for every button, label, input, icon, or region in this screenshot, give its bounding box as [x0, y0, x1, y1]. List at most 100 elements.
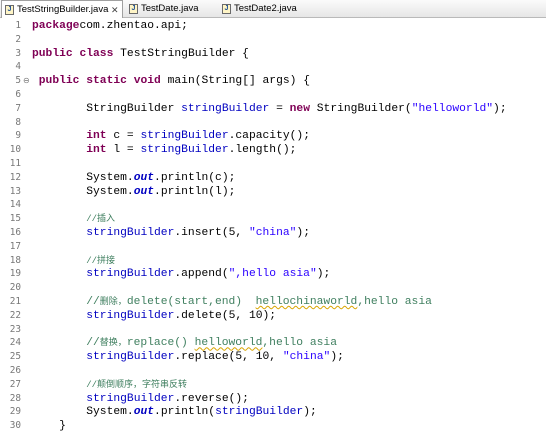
code-line[interactable]: 5 ⊖ public static void main(String[] args… — [0, 75, 546, 87]
code-token: ",hello asia" — [228, 268, 317, 281]
code-token: out — [133, 171, 155, 184]
code-line[interactable]: 4 — [0, 61, 546, 73]
tab-teststringbuilder[interactable]: J TestStringBuilder.java ✕ — [1, 0, 123, 19]
code-line[interactable]: 18 //拼接 — [0, 255, 546, 267]
tab-label: TestDate.java — [141, 3, 199, 14]
code-token: StringBuilder — [32, 102, 182, 115]
code-text: stringBuilder.insert(5, "china"); — [32, 227, 310, 239]
line-number: 29 — [9, 406, 21, 418]
code-line[interactable]: 27 //颠倒顺序，字符串反转 — [0, 379, 546, 391]
line-number: 4 — [15, 61, 21, 73]
line-number: 28 — [9, 392, 21, 404]
code-text: //插入 — [32, 213, 115, 225]
code-token: "china" — [248, 227, 297, 239]
code-token: .println(c); — [154, 171, 236, 184]
code-text: System.out.println(stringBuilder); — [32, 406, 317, 418]
code-token: .reverse(); — [174, 392, 249, 405]
code-token: .length(); — [228, 144, 297, 157]
code-line[interactable]: 24 //替换，replace() helloworld,hello asia — [0, 337, 546, 349]
code-token: System. — [32, 171, 134, 184]
code-token: .println(l); — [154, 185, 236, 198]
code-token: 删除， — [99, 297, 127, 307]
code-line[interactable]: 10 int l = stringBuilder.length(); — [0, 144, 546, 156]
code-token: main(String[] args) { — [160, 75, 310, 88]
code-line[interactable]: 23 — [0, 324, 546, 336]
line-number: 13 — [9, 185, 21, 197]
java-file-icon: J — [5, 5, 14, 15]
code-line[interactable]: 21 //删除，delete(start,end) hellochinaworl… — [0, 296, 546, 308]
code-token: //颠倒顺序，字符串反转 — [86, 379, 188, 390]
line-number: 2 — [15, 33, 21, 45]
code-token: "helloworld" — [411, 102, 494, 115]
code-line[interactable]: 2 — [0, 34, 546, 46]
code-text: public static void main(String[] args) { — [32, 75, 310, 87]
line-number: 19 — [9, 268, 21, 280]
code-line[interactable]: 6 — [0, 89, 546, 101]
code-token: // — [86, 337, 100, 350]
code-text: System.out.println(l); — [32, 186, 235, 198]
line-number: 27 — [9, 378, 21, 390]
code-line[interactable]: 11 — [0, 158, 546, 170]
code-line[interactable]: 30 } — [0, 420, 546, 432]
code-line[interactable]: 9 int c = stringBuilder.capacity(); — [0, 130, 546, 142]
code-token: ); — [493, 102, 507, 115]
code-line[interactable]: 25 stringBuilder.replace(5, 10, "china")… — [0, 351, 546, 363]
code-text: } — [32, 420, 66, 432]
code-token: stringBuilder — [86, 268, 175, 281]
code-line[interactable]: 29 System.out.println(stringBuilder); — [0, 406, 546, 418]
code-line[interactable]: 13 System.out.println(l); — [0, 186, 546, 198]
code-token: delete(start,end) — [126, 296, 256, 308]
code-line[interactable]: 17 — [0, 241, 546, 253]
code-line[interactable]: 28 stringBuilder.reverse(); — [0, 393, 546, 405]
tab-testdate2[interactable]: J TestDate2.java — [219, 0, 311, 18]
code-token: // — [86, 296, 100, 308]
code-token: ); — [316, 268, 331, 281]
code-token: helloworld — [194, 337, 263, 350]
line-number: 1 — [15, 20, 21, 31]
code-line[interactable]: 1 packagecom.zhentao.api; — [0, 20, 546, 32]
code-line[interactable]: 16 stringBuilder.insert(5, "china"); — [0, 227, 546, 239]
line-number: 3 — [15, 47, 21, 59]
code-line[interactable]: 8 — [0, 117, 546, 129]
line-number: 16 — [9, 227, 21, 238]
code-text: //拼接 — [32, 255, 115, 267]
code-line[interactable]: 14 — [0, 199, 546, 211]
code-line[interactable]: 15 //插入 — [0, 213, 546, 225]
code-line[interactable]: 20 — [0, 282, 546, 294]
code-text: //颠倒顺序，字符串反转 — [32, 379, 187, 391]
code-text: StringBuilder stringBuilder = new String… — [32, 102, 507, 115]
code-line[interactable]: 26 — [0, 365, 546, 377]
code-text: stringBuilder.delete(5, 10); — [32, 310, 276, 322]
code-token: stringBuilder — [140, 144, 229, 157]
tab-testdate[interactable]: J TestDate.java — [126, 0, 212, 18]
code-token: public — [32, 47, 73, 60]
code-token: ,hello asia — [262, 337, 337, 350]
code-line[interactable]: 22 stringBuilder.delete(5, 10); — [0, 310, 546, 322]
java-file-icon: J — [222, 4, 231, 14]
line-number: 17 — [9, 240, 21, 252]
code-token: .delete(5, 10); — [174, 309, 277, 322]
code-token: ); — [330, 351, 344, 364]
line-number: 14 — [9, 199, 21, 211]
close-tab-icon[interactable]: ✕ — [111, 1, 119, 19]
line-number: 11 — [9, 158, 21, 169]
code-text: int l = stringBuilder.length(); — [32, 144, 296, 156]
code-line[interactable]: 19 stringBuilder.append(",hello asia"); — [0, 268, 546, 280]
code-token: stringBuilder — [215, 406, 304, 419]
code-token: hellochinaworld — [255, 296, 358, 308]
fold-collapse-icon[interactable]: ⊖ — [23, 76, 30, 86]
code-token: out — [133, 185, 155, 198]
code-line[interactable]: 3 public class TestStringBuilder { — [0, 48, 546, 60]
line-number: 20 — [9, 282, 21, 294]
code-token: void — [133, 75, 161, 88]
code-text: packagecom.zhentao.api; — [32, 20, 188, 32]
code-line[interactable]: 7 StringBuilder stringBuilder = new Stri… — [0, 103, 546, 115]
code-line[interactable]: 12 System.out.println(c); — [0, 172, 546, 184]
code-editor[interactable]: 1 packagecom.zhentao.api; 2 3 public class T… — [0, 18, 546, 436]
code-token: .capacity(); — [228, 130, 310, 143]
